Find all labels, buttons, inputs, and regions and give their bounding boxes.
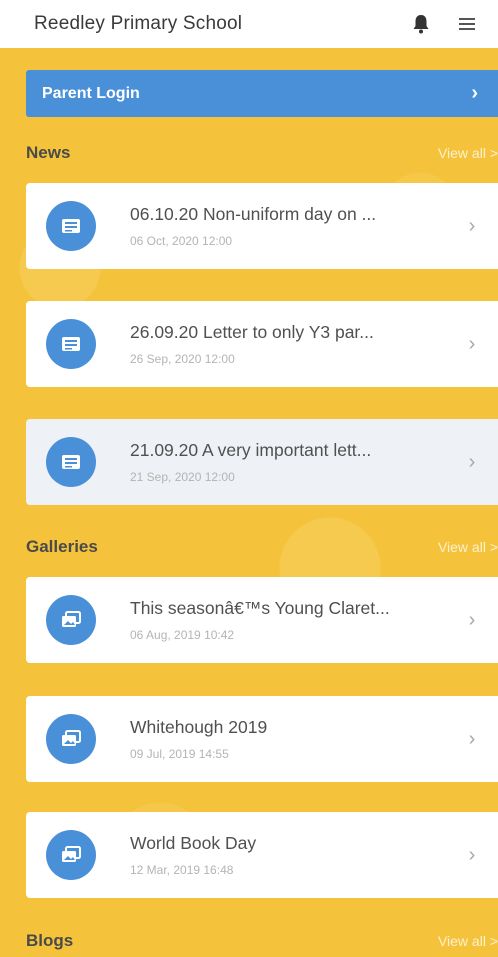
news-item-date: 21 Sep, 2020 12:00 bbox=[130, 470, 235, 484]
gallery-item-date: 12 Mar, 2019 16:48 bbox=[130, 863, 234, 877]
news-view-all-link[interactable]: View all > bbox=[438, 145, 498, 161]
news-item-title: 26.09.20 Letter to only Y3 par... bbox=[130, 322, 374, 342]
blogs-view-all-link[interactable]: View all > bbox=[438, 933, 498, 949]
galleries-section-header: Galleries View all > bbox=[26, 534, 498, 560]
news-item-title: 06.10.20 Non-uniform day on ... bbox=[130, 204, 377, 224]
news-icon bbox=[46, 319, 96, 369]
chevron-right-icon: › bbox=[468, 450, 476, 473]
news-icon bbox=[46, 437, 96, 487]
gallery-icon bbox=[46, 595, 96, 645]
news-item[interactable]: 21.09.20 A very important lett... 21 Sep… bbox=[26, 419, 498, 505]
news-item[interactable]: 26.09.20 Letter to only Y3 par... 26 Sep… bbox=[26, 301, 498, 387]
galleries-view-all-link[interactable]: View all > bbox=[438, 539, 498, 555]
main-content: Parent Login › News View all > 06.10.20 … bbox=[0, 48, 498, 957]
gallery-item[interactable]: World Book Day 12 Mar, 2019 16:48 › bbox=[26, 812, 498, 898]
chevron-right-icon: › bbox=[468, 214, 476, 237]
news-section-title: News bbox=[26, 143, 71, 162]
news-item-date: 26 Sep, 2020 12:00 bbox=[130, 352, 235, 366]
parent-login-label: Parent Login bbox=[42, 84, 140, 102]
chevron-right-icon: › bbox=[468, 727, 476, 750]
chevron-right-icon: › bbox=[471, 82, 478, 104]
chevron-right-icon: › bbox=[468, 332, 476, 355]
chevron-right-icon: › bbox=[468, 843, 476, 866]
gallery-item[interactable]: Whitehough 2019 09 Jul, 2019 14:55 › bbox=[26, 696, 498, 782]
blogs-section-header: Blogs View all > bbox=[26, 928, 498, 954]
app-title: Reedley Primary School bbox=[34, 13, 243, 34]
gallery-item-date: 09 Jul, 2019 14:55 bbox=[130, 747, 229, 761]
gallery-icon bbox=[46, 830, 96, 880]
news-item-date: 06 Oct, 2020 12:00 bbox=[130, 234, 233, 248]
news-section-header: News View all > bbox=[26, 140, 498, 166]
gallery-item-title: This seasonâ€™s Young Claret... bbox=[130, 598, 390, 618]
news-item-title: 21.09.20 A very important lett... bbox=[130, 440, 372, 460]
hamburger-menu-icon[interactable] bbox=[454, 11, 480, 37]
news-icon bbox=[46, 201, 96, 251]
chevron-right-icon: › bbox=[468, 608, 476, 631]
bell-icon[interactable] bbox=[408, 11, 434, 37]
gallery-item-date: 06 Aug, 2019 10:42 bbox=[130, 628, 235, 642]
gallery-item-title: World Book Day bbox=[130, 833, 257, 853]
galleries-section-title: Galleries bbox=[26, 537, 98, 556]
gallery-item[interactable]: This seasonâ€™s Young Claret... 06 Aug, … bbox=[26, 577, 498, 663]
news-item[interactable]: 06.10.20 Non-uniform day on ... 06 Oct, … bbox=[26, 183, 498, 269]
blogs-section-title: Blogs bbox=[26, 931, 74, 950]
gallery-item-title: Whitehough 2019 bbox=[130, 717, 268, 737]
app-header: Reedley Primary School bbox=[0, 0, 498, 48]
gallery-icon bbox=[46, 714, 96, 764]
parent-login-button[interactable]: Parent Login › bbox=[26, 70, 498, 117]
